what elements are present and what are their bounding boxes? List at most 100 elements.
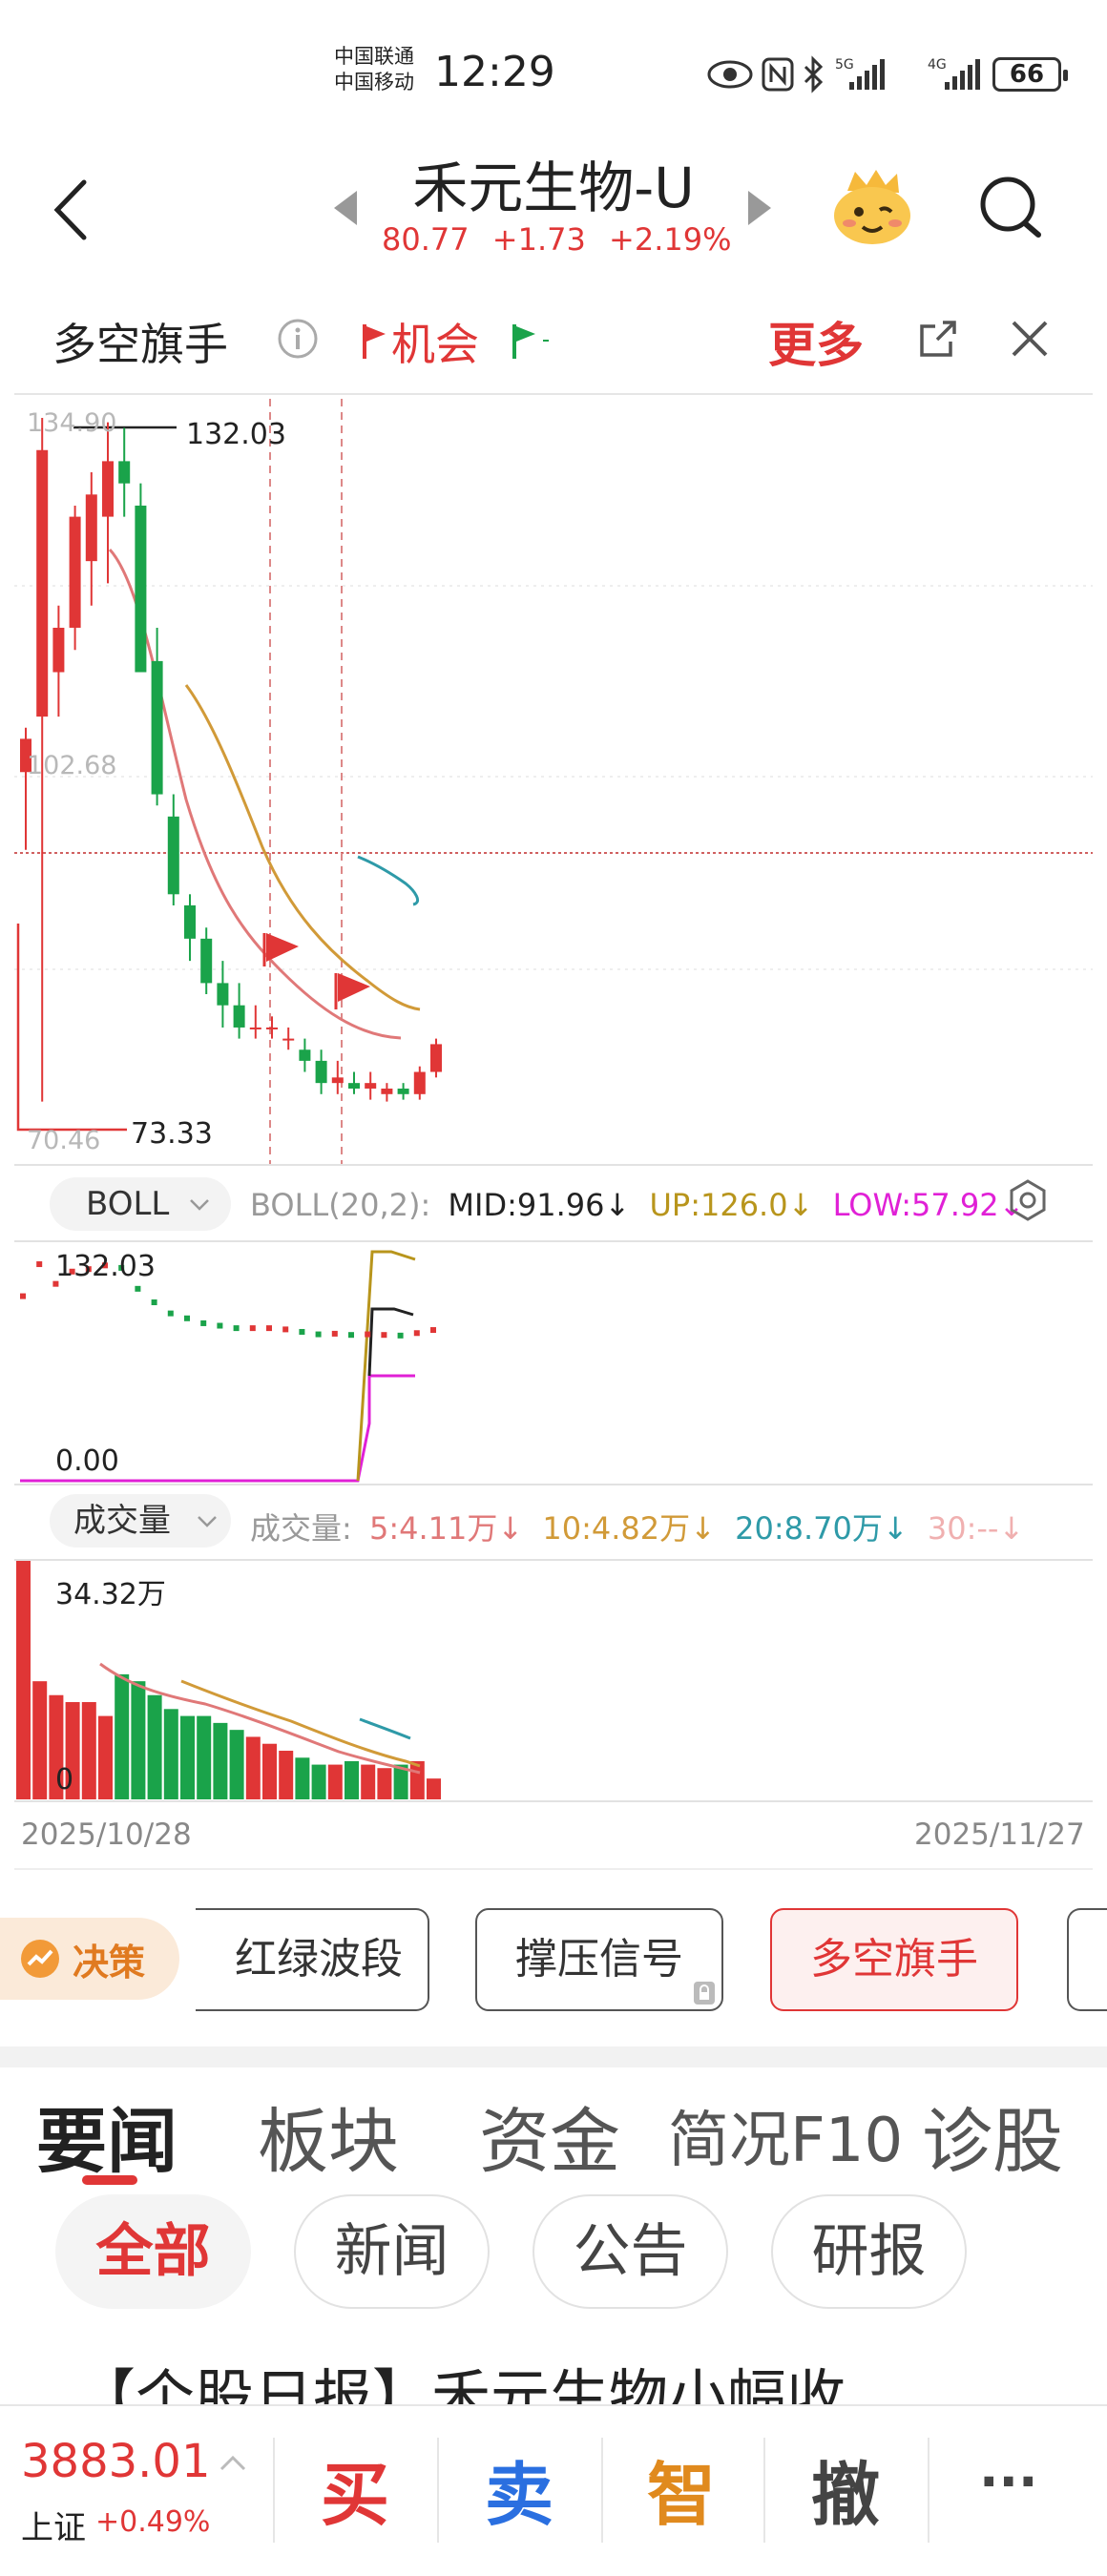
volume-bar — [262, 1743, 277, 1799]
search-icon — [980, 177, 1041, 238]
volume-selector[interactable]: 成交量 — [50, 1494, 231, 1548]
boll-price-tick — [249, 1325, 256, 1332]
cancel-order-button[interactable]: 撤 — [811, 2439, 880, 2539]
info-button[interactable] — [277, 318, 319, 364]
buy-button[interactable]: 买 — [321, 2439, 389, 2539]
volume-bar — [131, 1681, 146, 1799]
chip-all[interactable]: 全部 — [55, 2194, 251, 2309]
indicator-title: 多空旗手 — [52, 319, 228, 370]
stock-change-pct: +2.19% — [609, 221, 732, 258]
candle-chart[interactable] — [14, 399, 1093, 1164]
boll-settings-button[interactable] — [1005, 1177, 1051, 1227]
close-button[interactable] — [1010, 319, 1050, 363]
candle-body — [151, 660, 163, 795]
strategy-more-partial[interactable] — [1067, 1908, 1107, 2011]
volume-chart[interactable] — [14, 1561, 1093, 1801]
volume-bar — [245, 1736, 261, 1799]
volume-bar — [427, 1778, 441, 1799]
bluetooth-icon — [804, 55, 824, 93]
nfc-icon — [762, 57, 794, 92]
volume-bar — [295, 1757, 310, 1799]
back-button[interactable] — [48, 177, 95, 247]
decision-button[interactable]: 决策 — [0, 1918, 179, 2000]
stock-change: +1.73 — [491, 221, 586, 258]
boll-up: UP:126.0 — [649, 1187, 788, 1223]
sell-button[interactable]: 卖 — [485, 2439, 554, 2539]
smart-button[interactable]: 智 — [647, 2439, 716, 2539]
mascot-button[interactable] — [828, 162, 916, 254]
red-flag-icon — [361, 322, 387, 364]
boll-price-tick — [200, 1319, 207, 1326]
next-stock-button[interactable] — [746, 189, 773, 231]
eye-icon — [707, 60, 753, 89]
boll-price-tick — [20, 1293, 26, 1299]
volume-ma10: 10:4.82万 — [542, 1510, 691, 1547]
expand-button[interactable] — [916, 317, 960, 364]
volume-bar — [32, 1681, 48, 1799]
boll-legend: BOLL(20,2): MID:91.96↓ UP:126.0↓ LOW:57.… — [250, 1187, 1025, 1223]
network-1: 5G — [835, 57, 854, 73]
chip-research[interactable]: 研报 — [771, 2194, 967, 2309]
tab-sector[interactable]: 板块 — [258, 2085, 399, 2187]
info-icon — [278, 319, 318, 359]
tab-news[interactable]: 要闻 — [36, 2085, 178, 2187]
volume-bar — [213, 1722, 228, 1799]
separator — [273, 2438, 275, 2543]
separator — [928, 2438, 929, 2543]
boll-chart[interactable] — [14, 1242, 1093, 1483]
volume-bar — [180, 1715, 195, 1799]
chip-announcement[interactable]: 公告 — [533, 2194, 728, 2309]
strategy-support-pressure[interactable]: 撑压信号 — [475, 1908, 723, 2011]
volume-bar — [229, 1730, 244, 1799]
boll-price-tick — [299, 1328, 305, 1335]
candle-body — [135, 505, 147, 673]
hexagon-settings-icon — [1010, 1179, 1046, 1221]
candle-body — [69, 516, 81, 628]
mascot-icon — [834, 170, 910, 244]
volume-bar — [345, 1760, 359, 1799]
triangle-left-icon — [334, 191, 357, 225]
candle-body — [348, 1083, 360, 1089]
more-button[interactable]: 更多 — [768, 307, 864, 376]
search-button[interactable] — [977, 174, 1044, 244]
more-actions-button[interactable]: ··· — [979, 2452, 1038, 2512]
volume-bar — [311, 1764, 326, 1799]
volume-bar — [361, 1764, 376, 1799]
volume-label: 成交量: — [250, 1510, 352, 1547]
strategy-red-green-band[interactable]: 红绿波段 — [196, 1908, 429, 2011]
min-price-label: 73.33 — [131, 1117, 213, 1151]
decision-icon — [21, 1940, 59, 1978]
carrier-2: 中国移动 — [334, 71, 414, 93]
section-gap — [0, 2046, 1107, 2067]
max-price-label: 132.03 — [186, 418, 286, 451]
boll-high-label: 132.03 — [55, 1250, 156, 1283]
candle-body — [167, 816, 179, 895]
network-2: 4G — [928, 57, 947, 73]
volume-bar — [115, 1673, 130, 1799]
index-value[interactable]: 3883.01 — [21, 2435, 211, 2488]
date-start: 2025/10/28 — [21, 1818, 192, 1852]
tab-capital[interactable]: 资金 — [479, 2085, 620, 2187]
strategy-bull-bear-flag[interactable]: 多空旗手 — [770, 1908, 1018, 2011]
candle-body — [430, 1044, 442, 1072]
external-link-icon — [920, 321, 956, 357]
volume-bar — [279, 1751, 294, 1799]
boll-selector[interactable]: BOLL — [50, 1177, 231, 1231]
boll-price-tick — [430, 1327, 436, 1334]
chip-news[interactable]: 新闻 — [294, 2194, 490, 2309]
opportunity-label: 机会 — [391, 319, 479, 370]
carrier-labels: 中国联通 中国移动 — [334, 44, 414, 95]
strategy-support-pressure-label: 撑压信号 — [515, 1935, 683, 1984]
axis-low-label: 70.46 — [27, 1126, 101, 1155]
stock-name: 禾元生物-U — [412, 156, 695, 220]
candle-body — [413, 1071, 426, 1094]
divider — [14, 1484, 1093, 1485]
boll-price-tick — [331, 1330, 338, 1337]
prev-stock-button[interactable] — [332, 189, 359, 231]
volume-bar — [163, 1709, 178, 1799]
tab-f10[interactable]: 简况F10 — [668, 2091, 903, 2179]
news-headline[interactable]: 【个股日报】禾元生物小幅收 — [76, 2349, 846, 2404]
candle-body — [200, 938, 213, 984]
boll-low-label: 0.00 — [55, 1444, 119, 1478]
tab-diagnose[interactable]: 诊股 — [922, 2085, 1063, 2187]
